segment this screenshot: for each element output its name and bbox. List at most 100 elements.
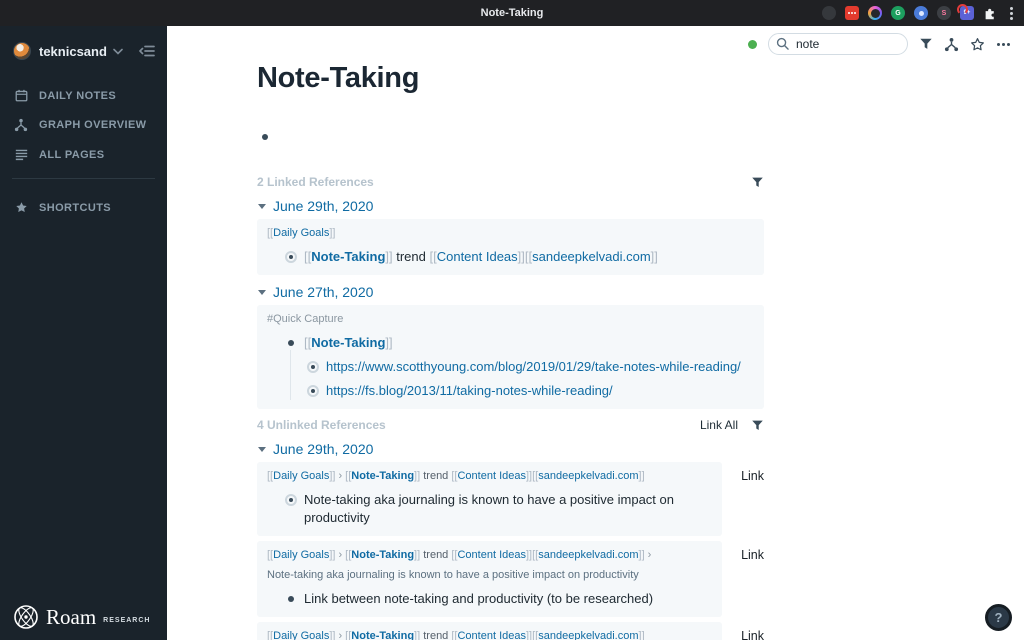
filter-icon[interactable]	[919, 37, 933, 51]
link-button[interactable]: Link	[722, 622, 764, 640]
reference-card: [[Daily Goals]] › [[Note-Taking]] trend [[…	[257, 462, 722, 536]
page-reference: [[sandeepkelvadi.com]]	[532, 630, 645, 640]
page-reference: [[Content Ideas]]	[451, 549, 532, 561]
page-reference-link[interactable]: Note-Taking	[311, 335, 385, 350]
text-span: Note-taking aka journaling is known to h…	[304, 492, 674, 525]
page-reference-link[interactable]: sandeepkelvadi.com	[538, 549, 638, 561]
search-input[interactable]	[768, 33, 908, 55]
link-button[interactable]: Link	[722, 462, 764, 483]
sidebar-item-daily-notes[interactable]: DAILY NOTES	[0, 81, 167, 110]
sidebar-item-graph-overview[interactable]: GRAPH OVERVIEW	[0, 110, 167, 140]
url-link[interactable]: https://www.scotthyoung.com/blog/2019/01…	[326, 359, 741, 374]
filter-icon[interactable]	[751, 176, 764, 189]
page-reference: [[Daily Goals]]	[267, 549, 336, 561]
workspace-name[interactable]: teknicsand	[39, 44, 107, 59]
linked-references-header: 2 Linked References	[257, 175, 764, 189]
sidebar-item-label: SHORTCUTS	[39, 201, 112, 214]
empty-block[interactable]	[259, 128, 764, 140]
ring-camera-extension-icon[interactable]	[868, 6, 882, 20]
browser-extensions-area: G S 9+	[822, 0, 1016, 26]
bracket-close: ]]	[638, 470, 645, 482]
browser-menu-icon[interactable]	[1006, 6, 1016, 20]
star-icon	[14, 201, 28, 214]
bracket-close: ]]	[329, 470, 336, 482]
block-breadcrumb: [[Daily Goals]] › [[Note-Taking]] trend [[…	[267, 468, 712, 485]
reference-card: [[Daily Goals]] › [[Note-Taking]] trend [[…	[257, 622, 722, 640]
page-reference-link[interactable]: Content Ideas	[437, 249, 518, 264]
calendar-icon	[14, 89, 28, 102]
page-reference-link[interactable]: Daily Goals	[273, 549, 329, 561]
list-icon	[14, 148, 28, 161]
block-bullet[interactable]	[285, 494, 297, 506]
blue-dot-extension-icon[interactable]	[914, 6, 928, 20]
block-text: https://www.scotthyoung.com/blog/2019/01…	[326, 358, 741, 376]
s-circle-extension-icon[interactable]: S	[937, 6, 951, 20]
layers-extension-icon[interactable]	[822, 6, 836, 20]
help-button[interactable]: ?	[985, 604, 1012, 631]
roam-logo-icon	[14, 605, 38, 629]
sidebar-collapse-icon[interactable]	[139, 44, 155, 58]
page-reference-link[interactable]: sandeepkelvadi.com	[538, 630, 638, 640]
bracket-open: [[	[429, 249, 437, 264]
date-link[interactable]: June 27th, 2020	[273, 284, 373, 300]
content-topbar	[748, 33, 1010, 55]
text-span: trend	[392, 249, 430, 264]
graph-icon[interactable]	[944, 37, 959, 52]
chevron-down-icon[interactable]	[113, 48, 123, 55]
page-reference-link[interactable]: Content Ideas	[457, 630, 526, 640]
page-reference: [[Content Ideas]]	[429, 249, 524, 264]
block-breadcrumb: Note-taking aka journaling is known to h…	[267, 567, 712, 584]
link-all-button[interactable]: Link All	[700, 418, 738, 432]
filter-icon[interactable]	[751, 419, 764, 432]
star-icon[interactable]	[970, 37, 985, 52]
page-reference-link[interactable]: Note-Taking	[311, 249, 385, 264]
url-link[interactable]: https://fs.blog/2013/11/taking-notes-whi…	[326, 383, 613, 398]
breadcrumb-separator: ›	[338, 549, 343, 561]
text-span: Note-taking aka journaling is known to h…	[267, 569, 639, 581]
puzzle-extension-icon[interactable]	[983, 6, 997, 20]
collapse-caret-icon[interactable]	[258, 446, 266, 452]
page-reference-link[interactable]: Content Ideas	[457, 549, 526, 561]
tag-link[interactable]: #Quick Capture	[267, 313, 343, 325]
block-bullet[interactable]	[285, 251, 297, 263]
page-reference: [[Note-Taking]]	[345, 630, 420, 640]
block-row: Note-taking aka journaling is known to h…	[267, 491, 712, 527]
block-bullet[interactable]	[307, 385, 319, 397]
block-breadcrumb: #Quick Capture	[267, 311, 754, 328]
block-bullet[interactable]	[262, 134, 268, 140]
page-reference-link[interactable]: Daily Goals	[273, 470, 329, 482]
block-bullet[interactable]	[307, 361, 319, 373]
sidebar-item-all-pages[interactable]: ALL PAGES	[0, 140, 167, 169]
page-reference-link[interactable]: Daily Goals	[273, 630, 329, 640]
link-button[interactable]: Link	[722, 541, 764, 562]
red-dots-extension-icon[interactable]	[845, 6, 859, 20]
linked-references-label[interactable]: 2 Linked References	[257, 175, 751, 189]
more-options-icon[interactable]	[996, 37, 1010, 51]
collapse-caret-icon[interactable]	[258, 203, 266, 209]
purple-badge-extension-icon[interactable]: 9+	[957, 4, 974, 20]
block-text: [[Note-Taking]]	[304, 334, 393, 352]
page-reference-link[interactable]: Note-Taking	[351, 630, 414, 640]
main-content: Note-Taking 2 Linked References June 29t…	[167, 26, 1024, 640]
date-link[interactable]: June 29th, 2020	[273, 198, 373, 214]
reference-row: [[Daily Goals]] › [[Note-Taking]] trend [[…	[257, 462, 764, 536]
green-circle-extension-icon[interactable]: G	[891, 6, 905, 20]
bracket-close: ]]	[385, 249, 393, 264]
page-reference-link[interactable]: sandeepkelvadi.com	[538, 470, 638, 482]
page-reference-link[interactable]: Content Ideas	[457, 470, 526, 482]
unlinked-references-label[interactable]: 4 Unlinked References	[257, 418, 700, 432]
collapse-caret-icon[interactable]	[258, 289, 266, 295]
sidebar-item-shortcuts[interactable]: SHORTCUTS	[0, 193, 167, 222]
page-reference-link[interactable]: Note-Taking	[351, 470, 414, 482]
block-bullet[interactable]	[288, 596, 294, 602]
page-reference-link[interactable]: Note-Taking	[351, 549, 414, 561]
page-reference: [[Daily Goals]]	[267, 630, 336, 640]
block-bullet[interactable]	[288, 340, 294, 346]
date-link[interactable]: June 29th, 2020	[273, 441, 373, 457]
bracket-close: ]]	[517, 249, 525, 264]
page-reference-link[interactable]: Daily Goals	[273, 227, 329, 239]
text-span: trend	[420, 470, 452, 482]
page-reference-link[interactable]: sandeepkelvadi.com	[532, 249, 651, 264]
page-reference: [[sandeepkelvadi.com]]	[532, 470, 645, 482]
page-title[interactable]: Note-Taking	[257, 62, 764, 95]
